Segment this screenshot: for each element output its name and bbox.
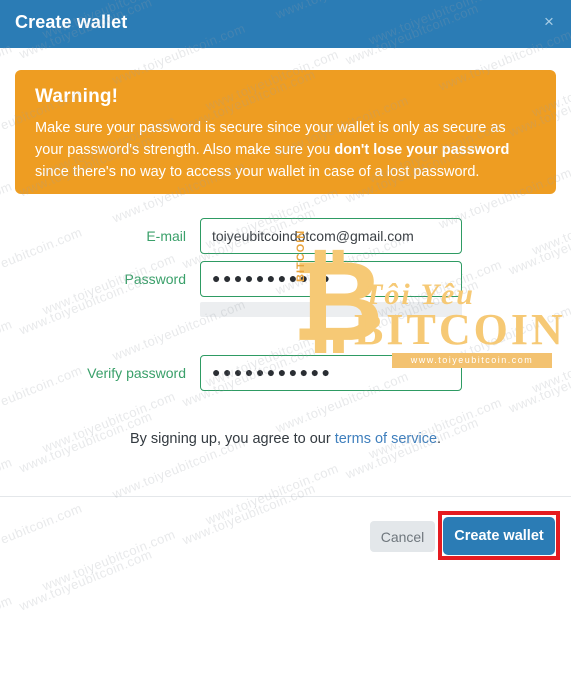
password-label: Password <box>124 271 186 287</box>
footer-divider <box>0 496 571 497</box>
email-label: E-mail <box>146 228 186 244</box>
warning-body-part2: since there's no way to access your wall… <box>35 164 480 180</box>
warning-body: Make sure your password is secure since … <box>35 117 536 183</box>
password-field[interactable]: ●●●●●●●●●●● <box>200 261 462 297</box>
close-icon[interactable]: × <box>539 12 559 32</box>
watermark-item: www.toiyeubitcoin.com <box>0 40 15 108</box>
password-row: Password ●●●●●●●●●●● <box>0 261 571 297</box>
email-field[interactable] <box>200 218 462 254</box>
verify-password-row: Verify password ●●●●●●●●●●● <box>0 355 571 391</box>
warning-body-strong: don't lose your password <box>334 142 510 158</box>
terms-suffix: . <box>437 431 442 447</box>
cancel-button[interactable]: Cancel <box>370 521 435 552</box>
watermark-item: www.toiyeubitcoin.com <box>203 460 341 528</box>
page-title: Create wallet <box>15 12 128 32</box>
modal-header: Create wallet × <box>0 0 571 48</box>
verify-password-field[interactable]: ●●●●●●●●●●● <box>200 355 462 391</box>
watermark-item: www.toiyeubitcoin.com <box>0 592 15 660</box>
terms-notice: By signing up, you agree to our terms of… <box>0 431 571 447</box>
watermark-item: www.toiyeubitcoin.com <box>0 454 15 522</box>
watermark-item: www.toiyeubitcoin.com <box>40 526 178 594</box>
email-row: E-mail <box>0 218 571 254</box>
verify-password-label: Verify password <box>87 365 186 381</box>
warning-title: Warning! <box>35 86 119 107</box>
watermark-item: www.toiyeubitcoin.com <box>0 500 85 568</box>
watermark-item: www.toiyeubitcoin.com <box>180 480 318 548</box>
create-wallet-button[interactable]: Create wallet <box>443 517 555 555</box>
warning-alert: Warning! Make sure your password is secu… <box>15 70 556 194</box>
watermark-item: www.toiyeubitcoin.com <box>17 546 155 614</box>
terms-of-service-link[interactable]: terms of service <box>335 431 437 447</box>
watermark-item: www.toiyeubitcoin.com <box>343 414 481 482</box>
watermark-item: www.toiyeubitcoin.com <box>366 394 504 462</box>
terms-prefix: By signing up, you agree to our <box>129 431 335 447</box>
password-strength-bar <box>200 302 462 317</box>
